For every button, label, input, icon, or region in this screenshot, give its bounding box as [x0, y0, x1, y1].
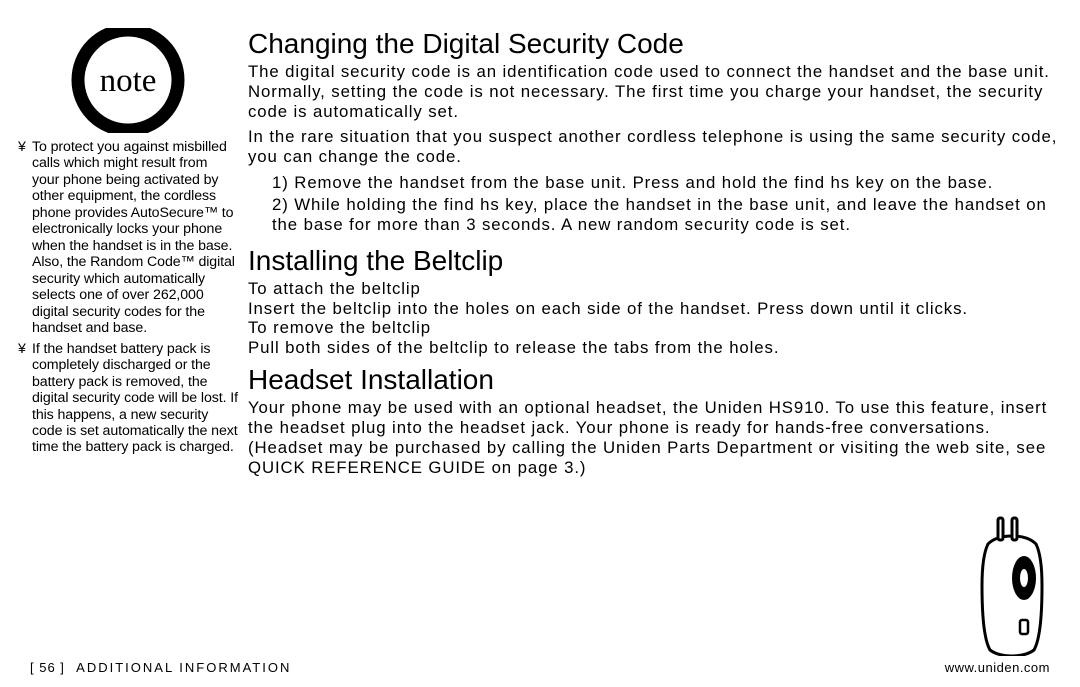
step-text: key on the base.	[850, 173, 993, 192]
note-bullet-2: ¥ If the handset battery pack is complet…	[18, 341, 238, 456]
security-steps: 1) Remove the handset from the base unit…	[248, 173, 1062, 234]
footer-url: www.uniden.com	[945, 660, 1050, 675]
footer-section-label: ADDITIONAL INFORMATION	[76, 660, 291, 675]
beltclip-attach-text: Insert the beltclip into the holes on ea…	[248, 299, 1062, 319]
headset-paragraph-1: Your phone may be used with an optional …	[248, 398, 1056, 438]
beltclip-attach-label: To attach the beltclip	[248, 279, 1062, 299]
note-circle-icon: note	[58, 28, 198, 133]
note-bullet-text: If the handset battery pack is completel…	[32, 341, 238, 456]
heading-security-code: Changing the Digital Security Code	[248, 28, 1062, 60]
page-number: [ 56 ]	[30, 660, 65, 675]
note-label: note	[100, 63, 157, 99]
key-name: find hs	[444, 195, 500, 214]
main-column: Changing the Digital Security Code The d…	[248, 28, 1062, 648]
security-paragraph-2: In the rare situation that you suspect a…	[248, 127, 1062, 167]
step-text: While holding the	[294, 195, 444, 214]
footer-left: [ 56 ] ADDITIONAL INFORMATION	[30, 660, 291, 675]
headset-text-block: Your phone may be used with an optional …	[248, 398, 1062, 483]
note-callout-icon: note	[58, 28, 198, 133]
note-bullet-text: To protect you against misbilled calls w…	[32, 139, 235, 336]
note-sidebar: note ¥ To protect you against misbilled …	[18, 28, 248, 648]
heading-beltclip: Installing the Beltclip	[248, 245, 1062, 277]
headset-illustration	[968, 516, 1056, 656]
step-text: Remove the handset from the base unit. P…	[294, 173, 794, 192]
heading-headset: Headset Installation	[248, 364, 1062, 396]
page-footer: [ 56 ] ADDITIONAL INFORMATION www.uniden…	[30, 660, 1050, 675]
security-paragraph-1: The digital security code is an identifi…	[248, 62, 1062, 121]
security-step-1: 1) Remove the handset from the base unit…	[270, 173, 1062, 193]
headset-paragraph-2: (Headset may be purchased by calling the…	[248, 438, 1056, 478]
beltclip-remove-text: Pull both sides of the beltclip to relea…	[248, 338, 1062, 358]
security-step-2: 2) While holding the find hs key, place …	[270, 195, 1062, 235]
note-bullet-list: ¥ To protect you against misbilled calls…	[18, 139, 238, 456]
bullet-icon: ¥	[18, 139, 26, 155]
headset-row: Your phone may be used with an optional …	[248, 398, 1062, 483]
beltclip-remove-label: To remove the beltclip	[248, 318, 1062, 338]
note-bullet-1: ¥ To protect you against misbilled calls…	[18, 139, 238, 337]
key-name: find hs	[794, 173, 850, 192]
document-page: note ¥ To protect you against misbilled …	[0, 0, 1080, 687]
bullet-icon: ¥	[18, 341, 26, 357]
handset-drawing-icon	[968, 516, 1056, 656]
content-row: note ¥ To protect you against misbilled …	[18, 28, 1062, 648]
